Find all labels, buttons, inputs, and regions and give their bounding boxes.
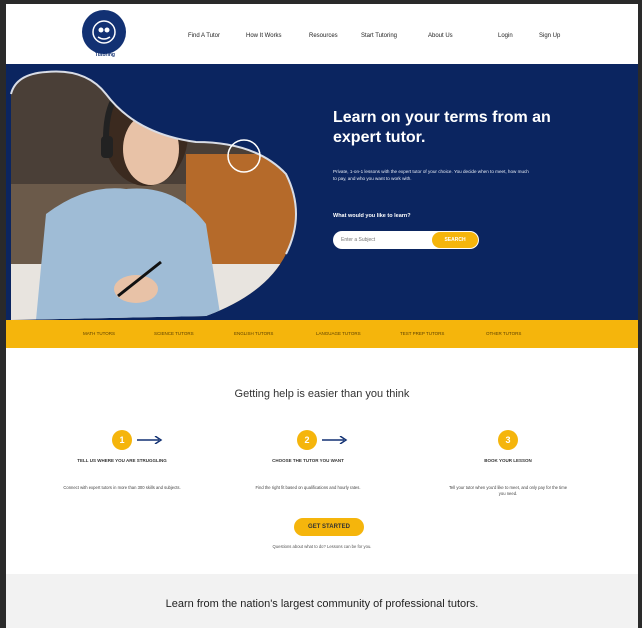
arrow-right-icon: [322, 436, 348, 444]
community-band: Learn from the nation's largest communit…: [6, 574, 638, 628]
hero-title: Learn on your terms from an expert tutor…: [333, 109, 551, 146]
subject-science[interactable]: SCIENCE TUTORS: [154, 331, 194, 336]
how-it-works-title: Getting help is easier than you think: [234, 388, 410, 400]
step-2-number: 2: [297, 430, 317, 450]
logo[interactable]: [82, 10, 126, 54]
nav-resources[interactable]: Resources: [309, 33, 338, 39]
subject-search: SEARCH: [333, 231, 479, 249]
subject-other[interactable]: OTHER TUTORS: [486, 331, 521, 336]
step-3-description: Tell your tutor when you'd like to meet,…: [448, 485, 568, 496]
step-1-number: 1: [112, 430, 132, 450]
hero-section: Learn on your terms from an expert tutor…: [6, 64, 638, 320]
subject-search-input[interactable]: [341, 235, 426, 245]
subject-english[interactable]: ENGLISH TUTORS: [234, 331, 273, 336]
arrow-right-icon: [137, 436, 163, 444]
step-2-title: CHOOSE THE TUTOR YOU WANT: [272, 458, 344, 463]
logo-text: Tutoring: [95, 52, 115, 58]
community-title: Learn from the nation's largest communit…: [165, 598, 479, 610]
step-2-description: Find the right fit based on qualificatio…: [255, 485, 361, 490]
nav-about-us[interactable]: About Us: [428, 33, 453, 39]
owl-logo-icon: [92, 20, 116, 44]
step-1-title: TELL US WHERE YOU ARE STRUGGLING: [77, 458, 167, 463]
subjects-strip: MATH TUTORS SCIENCE TUTORS ENGLISH TUTOR…: [6, 320, 638, 348]
top-nav: Tutoring Find A Tutor How It Works Resou…: [6, 4, 638, 62]
nav-how-it-works[interactable]: How It Works: [246, 33, 282, 39]
step-3-title: BOOK YOUR LESSON: [484, 458, 532, 463]
subject-language[interactable]: LANGUAGE TUTORS: [316, 331, 361, 336]
step-1-description: Connect with expert tutors in more than …: [63, 485, 181, 490]
search-button[interactable]: SEARCH: [432, 232, 478, 248]
hero-question: What would you like to learn?: [333, 213, 411, 219]
page-frame: Tutoring Find A Tutor How It Works Resou…: [6, 4, 638, 628]
step-3-number: 3: [498, 430, 518, 450]
nav-start-tutoring[interactable]: Start Tutoring: [361, 33, 397, 39]
get-started-button[interactable]: GET STARTED: [294, 518, 364, 536]
hero-student-photo: [10, 70, 297, 320]
subject-math[interactable]: MATH TUTORS: [83, 331, 115, 336]
cta-note: Questions about what to do? Lessons can …: [272, 544, 372, 549]
nav-find-a-tutor[interactable]: Find A Tutor: [188, 33, 220, 39]
subject-test-prep[interactable]: TEST PREP TUTORS: [400, 331, 444, 336]
nav-login[interactable]: Login: [498, 33, 513, 39]
nav-sign-up[interactable]: Sign Up: [539, 33, 560, 39]
hero-description: Private, 1-on-1 lessons with the expert …: [333, 169, 529, 181]
